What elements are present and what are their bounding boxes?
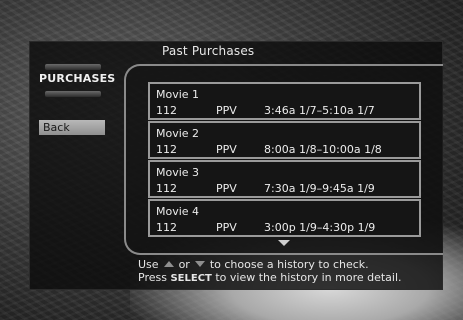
up-arrow-icon [163,261,174,267]
item-name: Movie 2 [156,127,200,140]
purchases-logo: PURCHASES [39,63,116,98]
logo-text: PURCHASES [39,72,116,85]
item-name: Movie 4 [156,205,200,218]
help-line-2: Press SELECT to view the history in more… [138,271,402,284]
item-type: PPV [216,182,237,195]
item-channel: 112 [156,143,177,156]
item-time: 3:46a 1/7–5:10a 1/7 [264,104,375,117]
back-button[interactable]: Back [39,120,105,135]
purchase-item-2[interactable]: Movie 2 112 PPV 8:00a 1/8–10:00a 1/8 [148,121,421,159]
item-name: Movie 3 [156,166,200,179]
help-line2-rest: to view the history in more detail. [215,271,402,284]
logo-bar-top [44,63,102,71]
down-arrow-icon [194,261,205,267]
item-name: Movie 1 [156,88,200,101]
logo-bar-bottom [44,90,102,98]
item-type: PPV [216,221,237,234]
item-type: PPV [216,104,237,117]
help-select-key: SELECT [170,273,212,284]
item-channel: 112 [156,104,177,117]
item-time: 3:00p 1/9–4:30p 1/9 [264,221,376,234]
help-or-text: or [178,258,190,271]
item-time: 7:30a 1/9–9:45a 1/9 [264,182,375,195]
page-title: Past Purchases [162,44,255,58]
scroll-down-icon[interactable] [278,240,290,246]
item-time: 8:00a 1/8–10:00a 1/8 [264,143,382,156]
item-channel: 112 [156,221,177,234]
purchase-item-3[interactable]: Movie 3 112 PPV 7:30a 1/9–9:45a 1/9 [148,160,421,198]
help-press-text: Press [138,271,167,284]
item-type: PPV [216,143,237,156]
purchase-item-1[interactable]: Movie 1 112 PPV 3:46a 1/7–5:10a 1/7 [148,82,421,120]
help-line1-rest: to choose a history to check. [209,258,369,271]
purchase-item-4[interactable]: Movie 4 112 PPV 3:00p 1/9–4:30p 1/9 [148,199,421,237]
help-line-1: Use or to choose a history to check. [138,258,369,271]
item-channel: 112 [156,182,177,195]
help-use-text: Use [138,258,159,271]
